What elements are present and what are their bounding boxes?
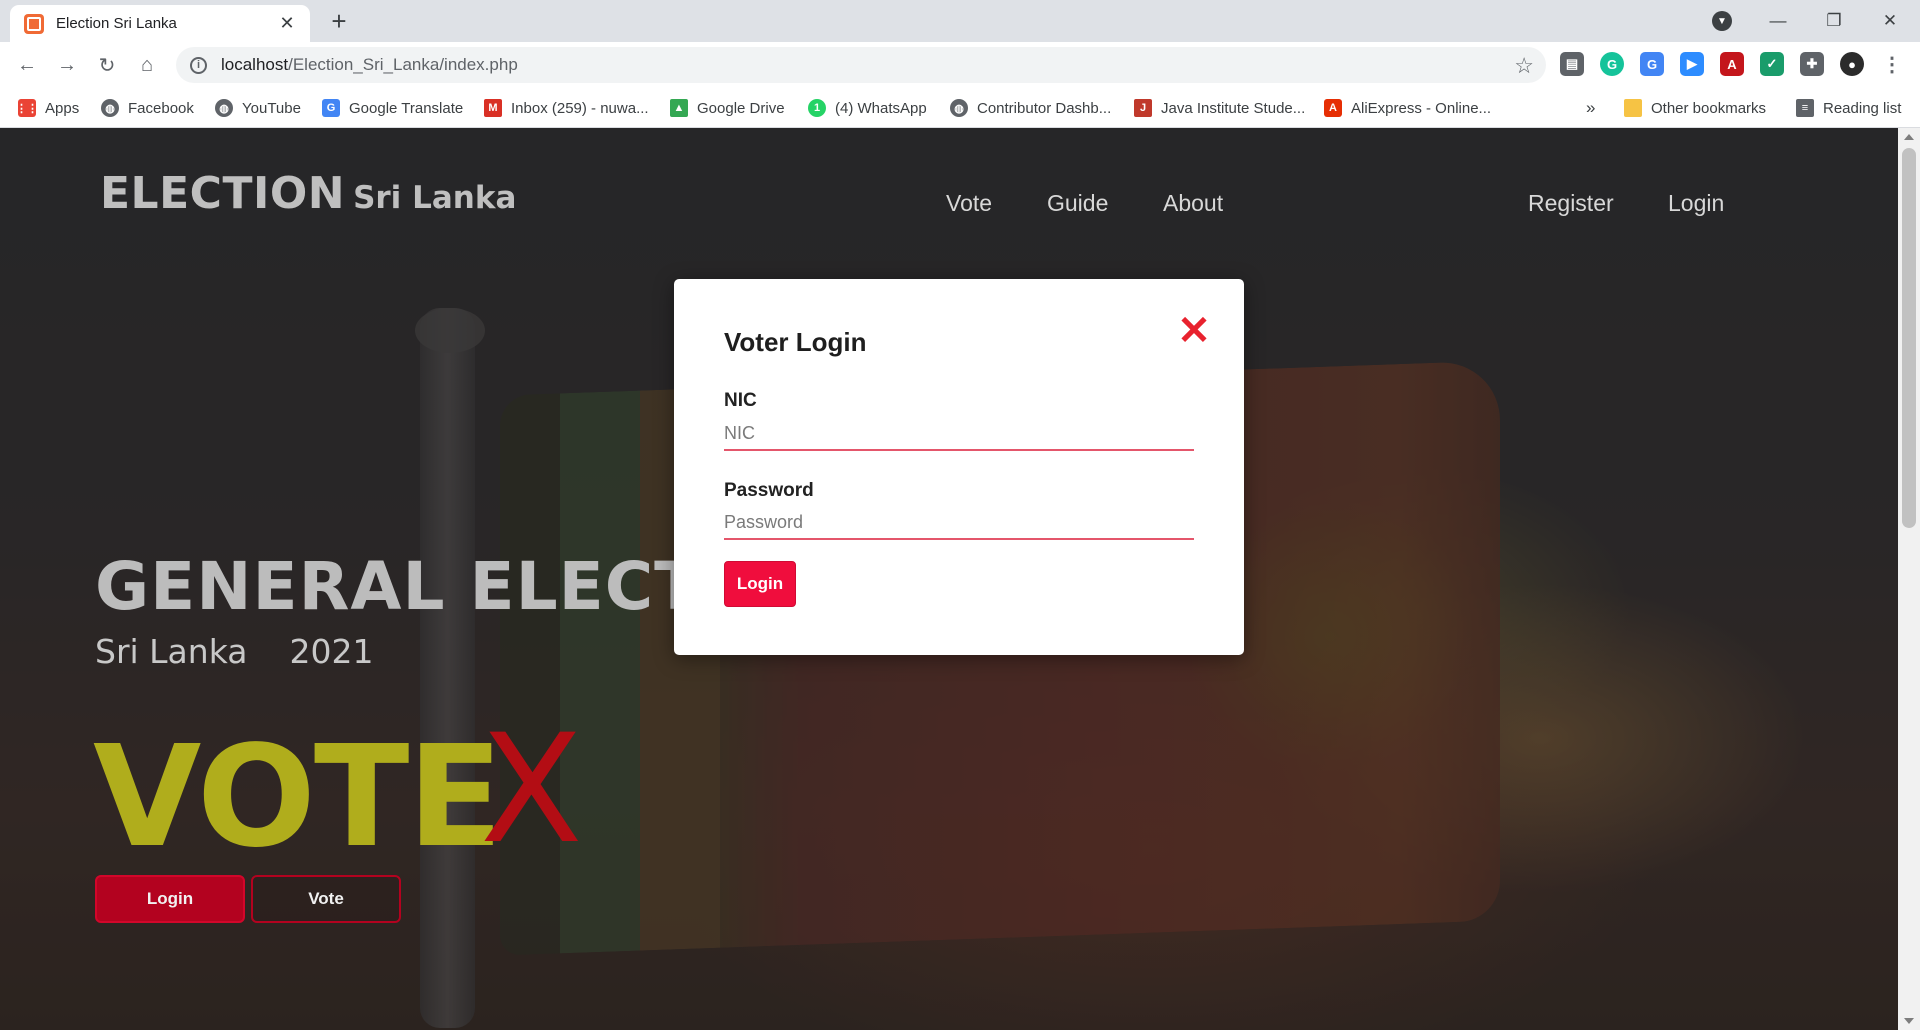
drive-icon: ▲ [670,99,688,117]
site-logo[interactable]: ELECTION Sri Lanka [100,168,516,219]
modal-title: Voter Login [724,327,867,357]
bookmark-label: Facebook [128,99,194,117]
forward-arrow-icon[interactable]: → [52,50,82,80]
bookmark-label: AliExpress - Online... [1351,99,1492,117]
nic-label: NIC [724,390,757,411]
scroll-thumb[interactable] [1902,148,1916,528]
nav-about[interactable]: About [1163,190,1223,217]
translate-ext-icon[interactable]: G [1640,52,1664,76]
restore-button[interactable]: ❐ [1806,0,1862,42]
home-icon[interactable]: ⌂ [132,50,162,80]
tab-title: Election Sri Lanka [56,15,177,32]
vote-x-mark: X [480,703,583,877]
menu-kebab-icon[interactable]: ⋮ [1880,52,1904,76]
bookmark-inbox[interactable]: M Inbox (259) - nuwa... [484,88,649,128]
browser-toolbar: ← → ↻ ⌂ i localhost/Election_Sri_Lanka/i… [0,42,1920,88]
reading-list-icon: ≡ [1796,99,1814,117]
scroll-up-arrow-icon[interactable] [1904,134,1914,140]
new-tab-button[interactable]: + [324,7,354,37]
bookmark-whatsapp[interactable]: 1 (4) WhatsApp [808,88,927,128]
translate-icon: G [322,99,340,117]
brand-sub: Sri Lanka [353,180,517,216]
reload-icon[interactable]: ↻ [92,50,122,80]
pdf-ext-icon[interactable]: A [1720,52,1744,76]
extensions-puzzle-icon[interactable]: ✚ [1800,52,1824,76]
reading-list-button[interactable]: ≡ Reading list [1796,88,1901,128]
url-host: localhost [221,55,289,74]
hero-year: 2021 [289,632,374,671]
bookmark-aliexpress[interactable]: A AliExpress - Online... [1324,88,1491,128]
bookmark-label: Apps [45,99,80,117]
url-path: /Election_Sri_Lanka/index.php [288,55,518,74]
bookmark-label: Other bookmarks [1651,99,1767,117]
profile-avatar[interactable]: ● [1840,52,1864,76]
bookmark-apps[interactable]: ⋮⋮ Apps [16,88,80,128]
hero-subtitle: Sri Lanka 2021 [95,632,373,671]
nic-input[interactable] [724,417,1194,451]
bookmark-other-bookmarks[interactable]: Other bookmarks [1624,88,1766,128]
globe-icon: ◍ [215,99,233,117]
xampp-favicon-icon [24,13,44,34]
shield-ext-icon[interactable]: ✓ [1760,52,1784,76]
page-scrollbar[interactable] [1898,128,1920,1030]
bookmark-label: Google Translate [349,99,464,117]
gmail-icon: M [484,99,502,117]
reader-ext-icon[interactable]: ▤ [1560,52,1584,76]
aliexpress-icon: A [1324,99,1342,117]
apps-grid-icon: ⋮⋮ [16,99,38,117]
nav-register[interactable]: Register [1528,190,1614,217]
bookmark-facebook[interactable]: ◍ Facebook [101,88,194,128]
bookmark-label: Java Institute Stude... [1161,99,1306,117]
java-icon: J [1134,99,1152,117]
bookmarks-overflow-chevron-icon[interactable]: » [1586,88,1595,128]
address-bar[interactable]: i localhost/Election_Sri_Lanka/index.php… [176,47,1546,83]
brand-main: ELECTION [100,168,346,219]
grammarly-ext-icon[interactable]: G [1600,52,1624,76]
bookmark-youtube[interactable]: ◍ YouTube [215,88,301,128]
password-input[interactable] [724,506,1194,540]
zoom-ext-icon[interactable]: ▶ [1680,52,1704,76]
nav-login[interactable]: Login [1668,190,1724,217]
password-label: Password [724,480,814,501]
bookmark-google-drive[interactable]: ▲ Google Drive [670,88,785,128]
bookmark-label: YouTube [242,99,301,117]
bookmark-java-institute[interactable]: J Java Institute Stude... [1134,88,1305,128]
modal-login-button[interactable]: Login [724,561,796,607]
tab-search-icon[interactable]: ▼ [1712,11,1732,31]
globe-icon: ◍ [101,99,119,117]
hero-login-button[interactable]: Login [95,875,245,923]
bookmarks-bar: ⋮⋮ Apps ◍ Facebook ◍ YouTube G Google Transl… [0,88,1920,128]
back-arrow-icon[interactable]: ← [12,50,42,80]
minimize-button[interactable]: — [1750,0,1806,42]
bookmark-label: Inbox (259) - nuwa... [511,99,649,117]
bookmark-contributor-dashboard[interactable]: ◍ Contributor Dashb... [950,88,1111,128]
bookmark-star-icon[interactable]: ☆ [1514,53,1534,79]
tab-election-sri-lanka[interactable]: Election Sri Lanka ✕ [10,5,310,42]
tab-strip: Election Sri Lanka ✕ + ▼ — ❐ ✕ [0,0,1920,42]
tab-close-icon[interactable]: ✕ [276,13,298,34]
folder-icon [1624,99,1642,117]
vote-heading: VOTE [93,716,503,879]
bookmark-google-translate[interactable]: G Google Translate [322,88,463,128]
bookmark-label: Google Drive [697,99,785,117]
voter-login-modal: Voter Login ✕ NIC Password Login [674,279,1244,655]
page-viewport: ELECTION Sri Lanka Vote Guide About Regis… [0,128,1898,1030]
site-info-icon[interactable]: i [190,56,207,74]
bookmark-label: Reading list [1823,99,1902,117]
bookmark-label: Contributor Dashb... [977,99,1112,117]
whatsapp-icon: 1 [808,99,826,117]
scroll-down-arrow-icon[interactable] [1904,1018,1914,1024]
url-text: localhost/Election_Sri_Lanka/index.php [221,55,518,75]
globe-icon: ◍ [950,99,968,117]
hero-country: Sri Lanka [95,632,248,671]
bookmark-label: (4) WhatsApp [835,99,927,117]
hero-vote-button[interactable]: Vote [251,875,401,923]
close-window-button[interactable]: ✕ [1862,0,1918,42]
nav-guide[interactable]: Guide [1047,190,1108,217]
close-icon[interactable]: ✕ [1174,311,1214,351]
nav-vote[interactable]: Vote [946,190,992,217]
